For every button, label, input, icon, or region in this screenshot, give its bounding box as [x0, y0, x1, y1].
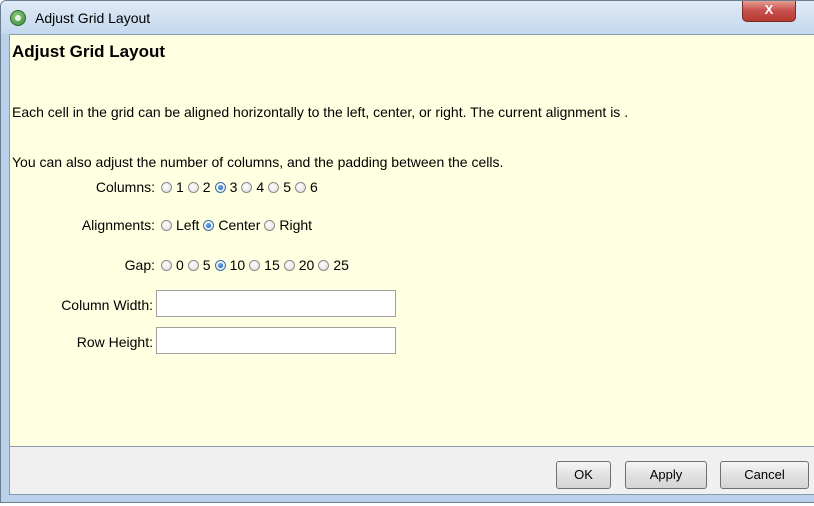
- alignment-option-right[interactable]: Right: [264, 217, 312, 233]
- cancel-button[interactable]: Cancel: [720, 461, 809, 489]
- columns-radio-group: 1 2 3 4 5 6: [161, 179, 322, 195]
- window-title: Adjust Grid Layout: [35, 10, 151, 26]
- gap-radio-group: 0 5 10 15 20 25: [161, 257, 353, 273]
- page-heading: Adjust Grid Layout: [12, 42, 165, 61]
- ok-button[interactable]: OK: [556, 461, 611, 489]
- title-bar[interactable]: Adjust Grid Layout X: [1, 1, 814, 34]
- columns-option[interactable]: 1: [161, 179, 184, 195]
- row-height-label: Row Height:: [76, 334, 153, 350]
- content-panel: [9, 34, 814, 447]
- columns-option[interactable]: 4: [241, 179, 264, 195]
- gap-option[interactable]: 10: [214, 257, 245, 273]
- columns-label: Columns:: [95, 179, 155, 195]
- gap-option[interactable]: 25: [318, 257, 349, 273]
- gap-option[interactable]: 15: [249, 257, 280, 273]
- columns-option[interactable]: 3: [214, 179, 237, 195]
- close-button[interactable]: X: [742, 1, 796, 22]
- columns-description: You can also adjust the number of column…: [12, 154, 504, 170]
- alignments-label: Alignments:: [81, 217, 155, 233]
- close-icon: X: [764, 2, 774, 17]
- apply-button[interactable]: Apply: [625, 461, 707, 489]
- alignment-option-center[interactable]: Center: [203, 217, 260, 233]
- app-globe-icon: [10, 10, 26, 26]
- column-width-label: Column Width:: [61, 297, 153, 313]
- columns-option[interactable]: 2: [187, 179, 211, 195]
- row-height-field[interactable]: [156, 327, 396, 354]
- alignments-radio-group: Left Center Right: [161, 217, 316, 233]
- dialog-window: Adjust Grid Layout X Adjust Grid Layout …: [0, 0, 814, 503]
- gap-label: Gap:: [124, 257, 155, 273]
- gap-option[interactable]: 0: [161, 257, 184, 273]
- columns-option[interactable]: 5: [268, 179, 291, 195]
- columns-option[interactable]: 6: [294, 179, 318, 195]
- column-width-field[interactable]: [156, 290, 396, 317]
- alignment-option-left[interactable]: Left: [161, 217, 199, 233]
- gap-option[interactable]: 20: [283, 257, 314, 273]
- alignment-description: Each cell in the grid can be aligned hor…: [12, 104, 629, 120]
- gap-option[interactable]: 5: [187, 257, 211, 273]
